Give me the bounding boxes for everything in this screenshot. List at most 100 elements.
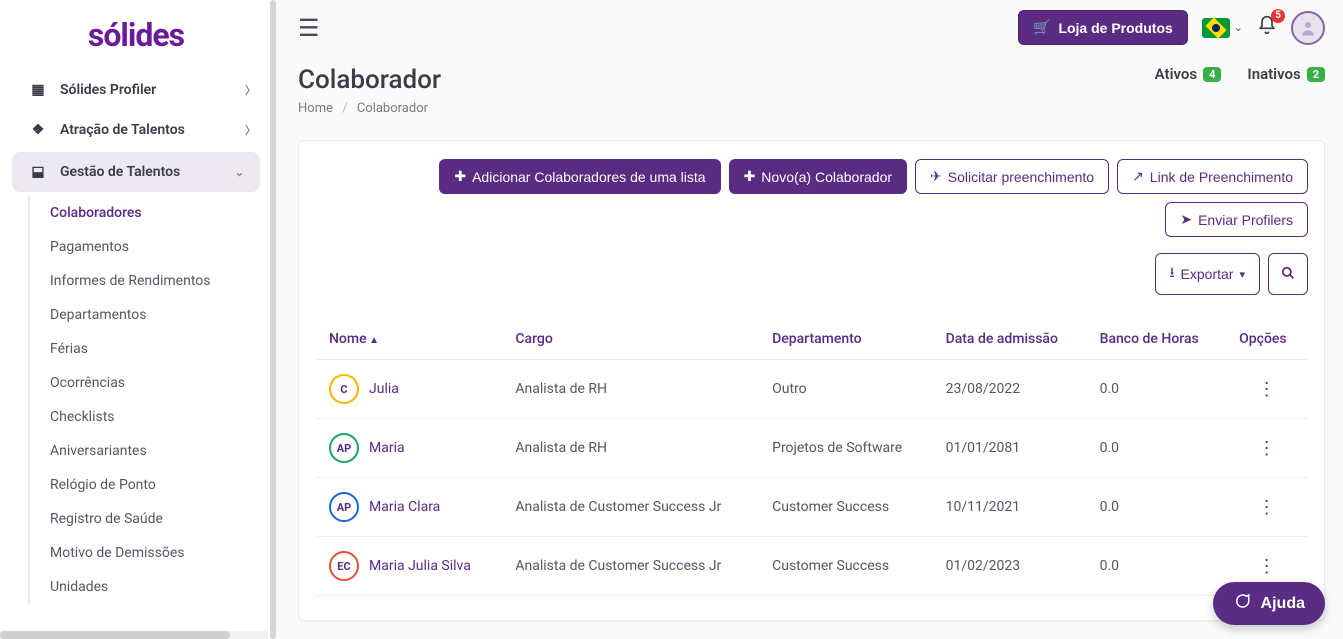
action-bar: ✚ Adicionar Colaboradores de uma lista ✚… [309, 159, 1314, 305]
plus-icon: ✚ [454, 168, 466, 185]
language-selector[interactable]: ⌄ [1202, 18, 1243, 38]
sidebar-sub-aniversariantes[interactable]: Aniversariantes [30, 434, 272, 468]
sidebar-sub-ocorrencias[interactable]: Ocorrências [30, 366, 272, 400]
button-label: Link de Preenchimento [1150, 169, 1293, 185]
sidebar-item-label: Gestão de Talentos [60, 164, 180, 180]
cell-banco: 0.0 [1086, 419, 1226, 478]
sidebar-sub-unidades[interactable]: Unidades [30, 570, 272, 604]
sidebar-sub-checklists[interactable]: Checklists [30, 400, 272, 434]
employee-name-link[interactable]: Julia [369, 381, 399, 397]
sidebar-sub-saude[interactable]: Registro de Saúde [30, 502, 272, 536]
page-title: Colaborador [298, 65, 441, 95]
col-nome[interactable]: Nome [315, 319, 501, 360]
avatar-initials: C [329, 374, 359, 404]
cell-banco: 0.0 [1086, 478, 1226, 537]
sidebar-sub-departamentos[interactable]: Departamentos [30, 298, 272, 332]
sidebar-item-talent-attraction[interactable]: ❖ Atração de Talentos 〉 [0, 110, 272, 150]
cell-admissao: 01/02/2023 [932, 537, 1086, 596]
cell-cargo: Analista de RH [501, 360, 758, 419]
layers-icon: ❖ [28, 122, 48, 138]
add-from-list-button[interactable]: ✚ Adicionar Colaboradores de uma lista [439, 159, 720, 194]
col-departamento[interactable]: Departamento [758, 319, 931, 360]
breadcrumb-home[interactable]: Home [298, 101, 333, 116]
avatar-initials: AP [329, 492, 359, 522]
chevron-down-icon: ⌄ [235, 166, 244, 179]
tab-inactive[interactable]: Inativos 2 [1247, 65, 1325, 83]
cell-admissao: 23/08/2022 [932, 360, 1086, 419]
tab-inactive-label: Inativos [1247, 65, 1300, 83]
sidebar-sub-demissoes[interactable]: Motivo de Demissões [30, 536, 272, 570]
plane-icon: ✈ [930, 168, 942, 185]
avatar-initials: EC [329, 551, 359, 581]
cell-banco: 0.0 [1086, 537, 1226, 596]
sidebar-item-label: Atração de Talentos [60, 122, 185, 138]
button-label: Solicitar preenchimento [948, 169, 1094, 185]
sidebar: sólides ▦ Sólides Profiler 〉 ❖ Atração d… [0, 0, 276, 639]
sidebar-item-talent-mgmt[interactable]: ⬓ Gestão de Talentos ⌄ [12, 152, 260, 192]
cell-departamento: Customer Success [758, 478, 931, 537]
breadcrumb-separator: / [342, 101, 347, 116]
button-label: Novo(a) Colaborador [761, 169, 892, 185]
row-options-button[interactable]: ⋮ [1225, 478, 1308, 537]
employee-name-link[interactable]: Maria [369, 440, 405, 456]
search-button[interactable] [1268, 253, 1308, 295]
sidebar-sub-colaboradores[interactable]: Colaboradores [30, 196, 272, 230]
employee-name-link[interactable]: Maria Julia Silva [369, 558, 471, 574]
breadcrumb: Home / Colaborador [298, 101, 441, 116]
help-button[interactable]: Ajuda [1213, 582, 1325, 625]
employee-name-link[interactable]: Maria Clara [369, 499, 440, 515]
table-row: C Julia Analista de RHOutro23/08/20220.0⋮ [315, 360, 1308, 419]
send-profilers-button[interactable]: ➤ Enviar Profilers [1165, 202, 1308, 237]
cell-banco: 0.0 [1086, 360, 1226, 419]
menu-toggle-icon[interactable]: ☰ [298, 14, 320, 42]
tab-inactive-count: 2 [1307, 67, 1325, 82]
row-options-button[interactable]: ⋮ [1225, 419, 1308, 478]
chevron-right-icon: 〉 [245, 122, 256, 138]
sidebar-sub-pagamentos[interactable]: Pagamentos [30, 230, 272, 264]
request-fill-button[interactable]: ✈ Solicitar preenchimento [915, 159, 1109, 194]
export-button[interactable]: ⭳ Exportar [1155, 253, 1260, 295]
button-label: Adicionar Colaboradores de uma lista [472, 169, 705, 185]
new-colab-button[interactable]: ✚Novo(a) Colaborador [729, 159, 907, 194]
user-avatar[interactable] [1291, 11, 1325, 45]
search-icon [1281, 266, 1295, 283]
download-icon: ⭳ [1170, 262, 1175, 286]
external-link-icon: ↗ [1132, 168, 1144, 185]
sidebar-sub-informes[interactable]: Informes de Rendimentos [30, 264, 272, 298]
chevron-down-icon: ⌄ [1234, 21, 1243, 34]
col-banco[interactable]: Banco de Horas [1086, 319, 1226, 360]
sidebar-submenu: Colaboradores Pagamentos Informes de Ren… [28, 196, 272, 604]
sidebar-item-profiler[interactable]: ▦ Sólides Profiler 〉 [0, 70, 272, 110]
flag-brazil-icon [1202, 18, 1230, 38]
store-button[interactable]: 🛒 Loja de Produtos [1018, 10, 1188, 45]
sidebar-sub-ferias[interactable]: Férias [30, 332, 272, 366]
table-row: APMariaAnalista de RHProjetos de Softwar… [315, 419, 1308, 478]
cell-cargo: Analista de Customer Success Jr [501, 478, 758, 537]
col-admissao[interactable]: Data de admissão [932, 319, 1086, 360]
breadcrumb-current: Colaborador [357, 101, 428, 116]
sidebar-sub-relogio[interactable]: Relógio de Ponto [30, 468, 272, 502]
fill-link-button[interactable]: ↗ Link de Preenchimento [1117, 159, 1308, 194]
store-button-label: Loja de Produtos [1058, 20, 1172, 36]
brand-logo: sólides [0, 10, 272, 70]
content-card: ✚ Adicionar Colaboradores de uma lista ✚… [298, 140, 1325, 621]
send-icon: ➤ [1180, 211, 1192, 228]
table-row: AP Maria Clara Analista de Customer Succes… [315, 478, 1308, 537]
grid-icon: ▦ [28, 82, 48, 98]
sidebar-item-label: Sólides Profiler [60, 82, 156, 98]
tab-active[interactable]: Ativos 4 [1155, 65, 1222, 83]
help-label: Ajuda [1261, 595, 1305, 613]
notification-count: 5 [1271, 9, 1285, 23]
notifications-button[interactable]: 5 [1257, 15, 1277, 40]
avatar-initials: AP [329, 433, 359, 463]
row-options-button[interactable]: ⋮ [1225, 360, 1308, 419]
col-cargo[interactable]: Cargo [501, 319, 758, 360]
cart-icon: 🛒 [1033, 19, 1050, 36]
cell-departamento: Outro [758, 360, 931, 419]
cell-admissao: 10/11/2021 [932, 478, 1086, 537]
horizontal-scrollbar[interactable] [0, 631, 268, 639]
cell-admissao: 01/01/2081 [932, 419, 1086, 478]
button-label: Exportar [1181, 266, 1234, 282]
chart-icon: ⬓ [28, 164, 48, 180]
main-content: ☰ 🛒 Loja de Produtos ⌄ 5 Colaborador [276, 0, 1343, 639]
